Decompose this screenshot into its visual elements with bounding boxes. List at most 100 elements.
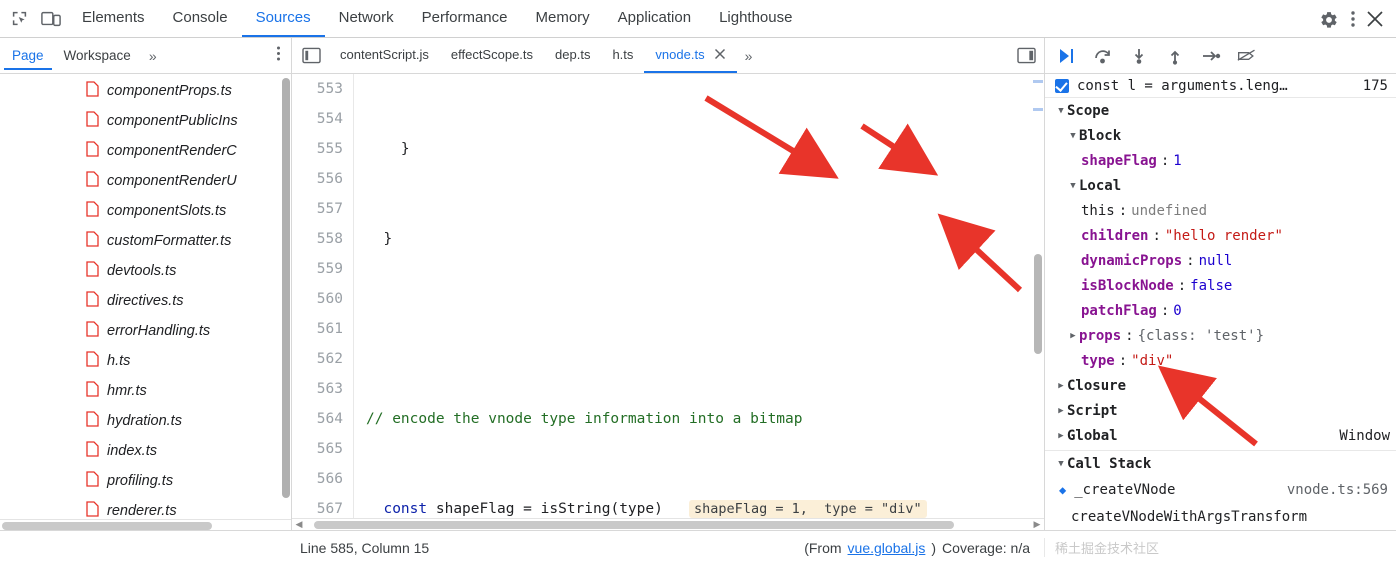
- list-item-label: componentRenderU: [107, 173, 237, 189]
- debugger-sidebar: const l = arguments.leng… 175 ▼ Scope ▼ …: [1044, 74, 1396, 530]
- close-icon[interactable]: [714, 47, 726, 63]
- breakpoint-row[interactable]: const l = arguments.leng… 175: [1045, 74, 1396, 98]
- step-out-button[interactable]: [1165, 46, 1185, 66]
- list-item-label: componentRenderC: [107, 143, 237, 159]
- tab-application[interactable]: Application: [604, 0, 705, 37]
- scope-variable-name: props: [1079, 327, 1122, 344]
- scope-group-closure[interactable]: ▶ Closure: [1045, 373, 1396, 398]
- call-stack-header[interactable]: ▼ Call Stack: [1045, 451, 1396, 476]
- list-item[interactable]: devtools.ts: [0, 256, 291, 286]
- scope-group-label: Block: [1079, 127, 1122, 144]
- source-origin-link[interactable]: vue.global.js: [848, 540, 926, 556]
- editor-horizontal-scrollbar[interactable]: ◀ ▶: [292, 518, 1044, 530]
- tab-console[interactable]: Console: [159, 0, 242, 37]
- tab-lighthouse[interactable]: Lighthouse: [705, 0, 806, 37]
- list-item[interactable]: componentProps.ts: [0, 76, 291, 106]
- resume-script-execution-button[interactable]: [1057, 46, 1077, 66]
- step-over-button[interactable]: [1093, 46, 1113, 66]
- tab-sources[interactable]: Sources: [241, 0, 325, 37]
- devtools-top-bar: Elements Console Sources Network Perform…: [0, 0, 1396, 38]
- scope-variable[interactable]: dynamicProps: null: [1045, 248, 1396, 273]
- chevron-double-right-icon[interactable]: »: [143, 48, 162, 64]
- source-editor-content[interactable]: 553 554 555 556 557 558 559 560 561 562 …: [292, 74, 1044, 518]
- list-item[interactable]: profiling.ts: [0, 466, 291, 496]
- deactivate-breakpoints-button[interactable]: [1237, 46, 1257, 66]
- step-into-button[interactable]: [1129, 46, 1149, 66]
- list-item[interactable]: hydration.ts: [0, 406, 291, 436]
- editor-tab-vnode-label: vnode.ts: [655, 47, 705, 62]
- editor-tab-dep[interactable]: dep.ts: [544, 38, 601, 73]
- scope-variable-value: {class: 'test'}: [1137, 327, 1265, 344]
- source-editor: 553 554 555 556 557 558 559 560 561 562 …: [292, 74, 1044, 530]
- list-item-label: profiling.ts: [107, 473, 174, 489]
- editor-tab-h[interactable]: h.ts: [601, 38, 644, 73]
- scope-variable[interactable]: type: "div": [1045, 348, 1396, 373]
- show-navigator-icon[interactable]: [292, 38, 329, 73]
- list-item[interactable]: componentPublicIns: [0, 106, 291, 136]
- tab-network[interactable]: Network: [325, 0, 408, 37]
- list-item-label: index.ts: [107, 443, 157, 459]
- breakpoint-line-number: 175: [1362, 77, 1388, 94]
- scope-group-label: Local: [1079, 177, 1122, 194]
- editor-tab-effectscope[interactable]: effectScope.ts: [440, 38, 544, 73]
- call-stack-frame-name: createVNodeWithArgsTransform: [1071, 508, 1308, 525]
- scope-group-script[interactable]: ▶ Script: [1045, 398, 1396, 423]
- scroll-left-icon[interactable]: ◀: [292, 519, 306, 530]
- scope-group-local[interactable]: ▼ Local: [1045, 173, 1396, 198]
- scope-variable[interactable]: children: "hello render": [1045, 223, 1396, 248]
- list-item[interactable]: errorHandling.ts: [0, 316, 291, 346]
- tab-memory[interactable]: Memory: [522, 0, 604, 37]
- call-stack-frame[interactable]: createVNodeWithArgsTransform: [1045, 503, 1396, 530]
- list-item[interactable]: renderer.ts: [0, 496, 291, 519]
- call-stack-frame-current[interactable]: ◆ _createVNode vnode.ts:569: [1045, 476, 1396, 503]
- breakpoint-checkbox[interactable]: [1055, 78, 1069, 93]
- scope-variable-props[interactable]: ▶ props: {class: 'test'}: [1045, 323, 1396, 348]
- scope-variable[interactable]: patchFlag: 0: [1045, 298, 1396, 323]
- navigator-horizontal-scrollbar[interactable]: [0, 518, 291, 530]
- navigator-tab-page[interactable]: Page: [4, 42, 52, 70]
- scope-variable[interactable]: isBlockNode: false: [1045, 273, 1396, 298]
- scope-variable[interactable]: this: undefined: [1045, 198, 1396, 223]
- navigator-kebab-menu-icon[interactable]: [276, 45, 291, 66]
- scope-group-block[interactable]: ▼ Block: [1045, 123, 1396, 148]
- scope-variable-value: 1: [1173, 152, 1182, 169]
- js-file-icon: [86, 81, 99, 101]
- scope-variable-name: shapeFlag: [1081, 152, 1157, 169]
- step-button[interactable]: [1201, 46, 1221, 66]
- navigator-tab-workspace[interactable]: Workspace: [56, 42, 139, 70]
- list-item[interactable]: hmr.ts: [0, 376, 291, 406]
- gear-icon[interactable]: [1318, 8, 1340, 30]
- scope-section-header[interactable]: ▼ Scope: [1045, 98, 1396, 123]
- editor-tab-vnode[interactable]: vnode.ts: [644, 38, 737, 73]
- scroll-right-icon[interactable]: ▶: [1030, 519, 1044, 530]
- code-lines[interactable]: } } // encode the vnode type information…: [354, 74, 1044, 518]
- scope-variable[interactable]: shapeFlag: 1: [1045, 148, 1396, 173]
- list-item[interactable]: customFormatter.ts: [0, 226, 291, 256]
- line-number: 556: [316, 171, 343, 187]
- kebab-menu-icon[interactable]: [1350, 9, 1356, 29]
- list-item[interactable]: h.ts: [0, 346, 291, 376]
- tab-performance[interactable]: Performance: [408, 0, 522, 37]
- chevron-down-icon: ▼: [1058, 458, 1064, 469]
- editor-vertical-scrollbar[interactable]: [1032, 74, 1044, 518]
- close-icon[interactable]: [1366, 10, 1384, 28]
- list-item[interactable]: directives.ts: [0, 286, 291, 316]
- editor-more-tabs-icon[interactable]: »: [737, 38, 760, 73]
- list-item-label: componentProps.ts: [107, 83, 232, 99]
- tab-elements[interactable]: Elements: [68, 0, 159, 37]
- open-drawer-icon[interactable]: [1017, 38, 1044, 73]
- list-item[interactable]: componentRenderC: [0, 136, 291, 166]
- list-item[interactable]: index.ts: [0, 436, 291, 466]
- line-number: 555: [316, 141, 343, 157]
- list-item[interactable]: componentSlots.ts: [0, 196, 291, 226]
- scope-group-global[interactable]: ▶ Global Window: [1045, 423, 1396, 448]
- coverage-status: Coverage: n/a: [942, 539, 1030, 556]
- scope-group-label: Closure: [1067, 377, 1127, 394]
- editor-tab-contentscript[interactable]: contentScript.js: [329, 38, 440, 73]
- call-stack-frame-location: vnode.ts:569: [1286, 481, 1388, 498]
- device-toolbar-icon[interactable]: [40, 8, 62, 30]
- navigator-vertical-scrollbar[interactable]: [281, 74, 291, 519]
- inspect-element-icon[interactable]: [8, 8, 30, 30]
- list-item[interactable]: componentRenderU: [0, 166, 291, 196]
